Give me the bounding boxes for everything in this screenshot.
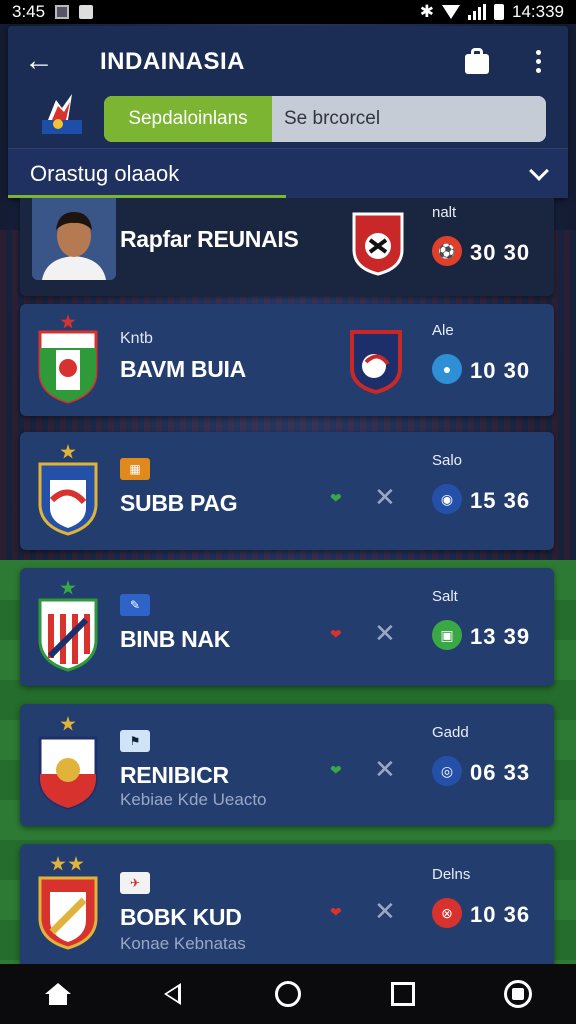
more-vert-icon[interactable] [528, 46, 548, 76]
player-name: Rapfar REUNAIS [120, 226, 299, 252]
team-name: SUBB PAG [120, 490, 238, 516]
close-icon[interactable]: ✕ [374, 896, 396, 927]
circle-nav-icon[interactable] [268, 974, 308, 1014]
match-tag: Delns [432, 866, 471, 883]
segment-tab-2[interactable]: Se brcorcel [272, 96, 546, 142]
dropdown-label: Orastug olaaok [30, 160, 180, 186]
heart-icon[interactable]: ❤ [330, 762, 342, 779]
score: 10 36 [470, 902, 531, 927]
score: 06 33 [470, 760, 531, 785]
score: 10 30 [470, 358, 531, 383]
match-tag: nalt [432, 204, 457, 221]
score: 13 39 [470, 624, 531, 649]
star-icon [60, 716, 76, 731]
team-crest [38, 598, 98, 672]
list-item[interactable]: ✈ BOBK KUD Konae Kebnatas ❤ ✕ Delns ⊗ 10… [20, 844, 554, 964]
team-subtitle: Kntb [120, 330, 153, 347]
list-item[interactable]: ✎ BINB NAK ❤ ✕ Salt ▣ 13 39 [20, 568, 554, 686]
status-clock: 14:339 [512, 2, 564, 21]
team-crest [38, 876, 98, 950]
account-icon[interactable] [498, 974, 538, 1014]
shopping-bag-icon[interactable] [462, 46, 492, 76]
wifi-icon [442, 5, 460, 19]
battery-icon [494, 4, 504, 20]
match-tag: Salt [432, 588, 458, 605]
score: 15 36 [470, 488, 531, 513]
star-icon [60, 444, 76, 459]
ball-icon: ◎ [432, 756, 462, 786]
match-tag: Ale [432, 322, 454, 339]
system-nav-bar [0, 964, 576, 1024]
team-crest [38, 462, 98, 536]
heart-icon[interactable]: ❤ [330, 490, 342, 507]
match-tag: Gadd [432, 724, 469, 741]
list-item[interactable]: Rapfar REUNAIS nalt ⚽ 30 30 [20, 198, 554, 296]
ball-icon: ▣ [432, 620, 462, 650]
filter-dropdown[interactable]: Orastug olaaok [8, 148, 568, 198]
app-logo [42, 94, 82, 134]
list-item[interactable]: ⚑ RENIBICR Kebiae Kde Ueacto ❤ ✕ Gadd ◎ … [20, 704, 554, 826]
signal-icon [468, 4, 486, 20]
chevron-down-icon [529, 160, 549, 181]
close-icon[interactable]: ✕ [374, 482, 396, 513]
avatar [32, 198, 116, 280]
list-item[interactable]: Kntb BAVM BUIA Ale ● 10 30 [20, 304, 554, 416]
gallery-notification-icon [55, 5, 70, 19]
ball-icon: ⊗ [432, 898, 462, 928]
match-list: Rapfar REUNAIS nalt ⚽ 30 30 Kntb BAVM BU… [0, 198, 576, 964]
opponent-crest [352, 212, 404, 276]
match-tag: Salo [432, 452, 463, 469]
team-badge-icon: ▦ [120, 458, 150, 480]
close-icon[interactable]: ✕ [374, 754, 396, 785]
opponent-crest [350, 330, 402, 394]
star-icon [50, 856, 66, 871]
back-arrow-icon[interactable]: ← [22, 44, 56, 78]
team-description: Kebiae Kde Ueacto [120, 790, 267, 809]
team-crest [38, 736, 98, 810]
ball-icon: ● [432, 354, 462, 384]
ball-icon: ◉ [432, 484, 462, 514]
back-nav-icon[interactable] [153, 974, 193, 1014]
team-description: Konae Kebnatas [120, 934, 246, 953]
team-crest [38, 330, 98, 404]
segment-tab-1[interactable]: Sepdaloinlans [104, 96, 272, 142]
team-name: BINB NAK [120, 626, 231, 652]
close-icon[interactable]: ✕ [374, 618, 396, 649]
ball-icon: ⚽ [432, 236, 462, 266]
heart-icon[interactable]: ❤ [330, 626, 342, 643]
bluetooth-icon: ✱ [419, 2, 434, 21]
page-title: INDAINASIA [100, 48, 246, 75]
team-name: BAVM BUIA [120, 356, 246, 382]
team-name: BOBK KUD [120, 904, 242, 930]
team-badge-icon: ⚑ [120, 730, 150, 752]
app-bar: ← INDAINASIA Sepdaloinlans Se brcorcel O… [8, 26, 568, 198]
segmented-control: Sepdaloinlans Se brcorcel [104, 96, 546, 142]
team-badge-icon: ✈ [120, 872, 150, 894]
home-icon[interactable] [38, 974, 78, 1014]
heart-icon[interactable]: ❤ [330, 904, 342, 921]
square-nav-icon[interactable] [383, 974, 423, 1014]
score: 30 30 [470, 240, 531, 265]
star-icon [68, 856, 84, 871]
status-time: 3:45 [12, 2, 46, 21]
team-badge-icon: ✎ [120, 594, 150, 616]
team-name: RENIBICR [120, 762, 229, 788]
list-item[interactable]: ▦ SUBB PAG ❤ ✕ Salo ◉ 15 36 [20, 432, 554, 550]
star-icon [60, 580, 76, 595]
app-screen: 3:45 ✱ 14:339 ← INDAINASIA Sepdaloinlans… [0, 0, 576, 1024]
app-notification-icon [79, 5, 94, 19]
status-bar: 3:45 ✱ 14:339 [0, 0, 576, 24]
